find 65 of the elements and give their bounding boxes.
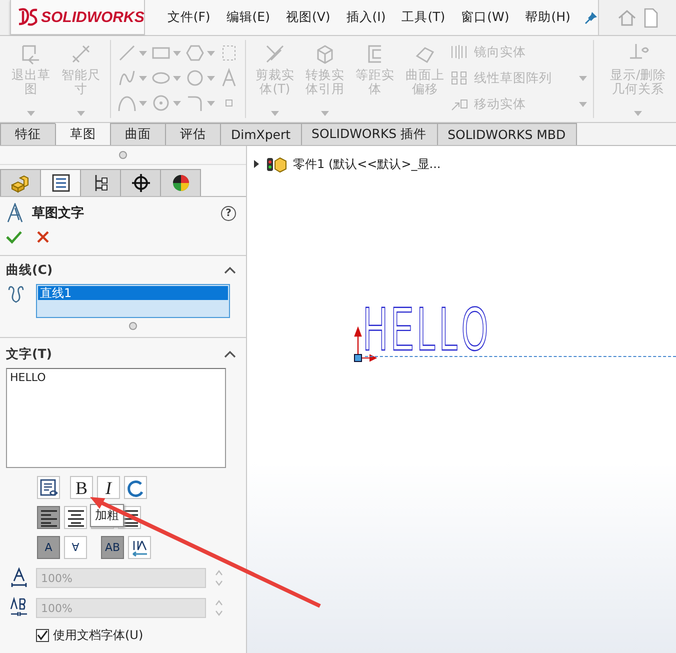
panel-title: 草图文字 [32,204,84,222]
format-button[interactable] [37,506,60,529]
pin-icon[interactable] [584,10,598,24]
command-tab[interactable]: 评估 [165,123,221,145]
sketch-text-icon [6,203,24,223]
crosshair-icon [130,173,152,193]
use-document-font-checkbox[interactable]: 使用文档字体(U) [6,627,240,644]
menu-item[interactable]: 窗口(W) [453,9,518,26]
blocks-icon [10,173,32,193]
circle-icon [184,68,205,88]
menu-item[interactable]: 编辑(E) [218,9,278,26]
section-title: 曲线(C) [6,262,53,278]
splitter-handle[interactable] [119,151,127,159]
menu-item[interactable]: 视图(V) [278,9,338,26]
format-button[interactable]: B [70,476,93,499]
format-button[interactable]: I [97,476,120,499]
section-title: 文字(T) [6,346,52,362]
check-icon [37,630,48,641]
format-button[interactable]: A [37,536,60,559]
feature-tree-item[interactable]: 零件1 (默认<<默认>_显... [293,156,441,172]
circle-center-icon [150,93,171,113]
format-button[interactable] [64,506,87,529]
mirror-icon [450,44,468,60]
command-tab[interactable]: 曲面 [110,123,166,145]
expand-icon[interactable] [253,159,261,169]
spline-icon [116,68,137,88]
collapse-icon[interactable] [224,266,236,274]
command-tab[interactable]: 特征 [0,123,56,145]
help-button[interactable]: ? [221,206,236,220]
list-icon [50,173,72,193]
list-item[interactable]: 直线1 [38,286,228,300]
resize-handle[interactable] [129,322,137,330]
line-icon [116,43,137,63]
confirm-icon[interactable] [6,230,22,244]
curve-list[interactable]: 直线1 [36,284,230,318]
text-input[interactable]: HELLO [6,368,226,468]
align-center-icon [66,508,86,528]
menu-item[interactable]: 帮助(H) [517,9,578,26]
panel-tab[interactable] [120,169,161,196]
rotate-icon [126,478,146,498]
collapse-icon[interactable] [224,350,236,358]
hexagon-icon [184,43,205,63]
menu-item[interactable]: 文件(F) [159,9,218,26]
sketch-text[interactable]: HELLO [363,304,492,356]
format-button[interactable]: ∀ [64,536,87,559]
width-factor-icon [10,567,28,589]
new-document-icon[interactable] [643,8,660,28]
format-button[interactable]: AB [101,536,124,559]
grid-pattern-icon [450,70,468,86]
panel-tab[interactable] [80,169,121,196]
ds-logo-icon [17,7,39,27]
command-tab[interactable]: DimXpert [220,123,302,145]
close-icon[interactable] [36,230,50,244]
format-button[interactable] [37,476,60,499]
font-icon [38,478,58,498]
menu-item[interactable]: 工具(T) [394,9,454,26]
menu-item[interactable]: 插入(I) [338,9,394,26]
home-icon[interactable] [617,8,638,28]
command-tab[interactable]: SOLIDWORKS MBD [436,123,577,145]
command-tab[interactable]: SOLIDWORKS 插件 [300,123,438,145]
panel-tab[interactable] [160,169,201,196]
align-left-icon [38,508,58,528]
format-button[interactable] [128,536,151,559]
logo-text: SOLIDWORKS [41,8,144,26]
spacing-icon [10,597,28,619]
